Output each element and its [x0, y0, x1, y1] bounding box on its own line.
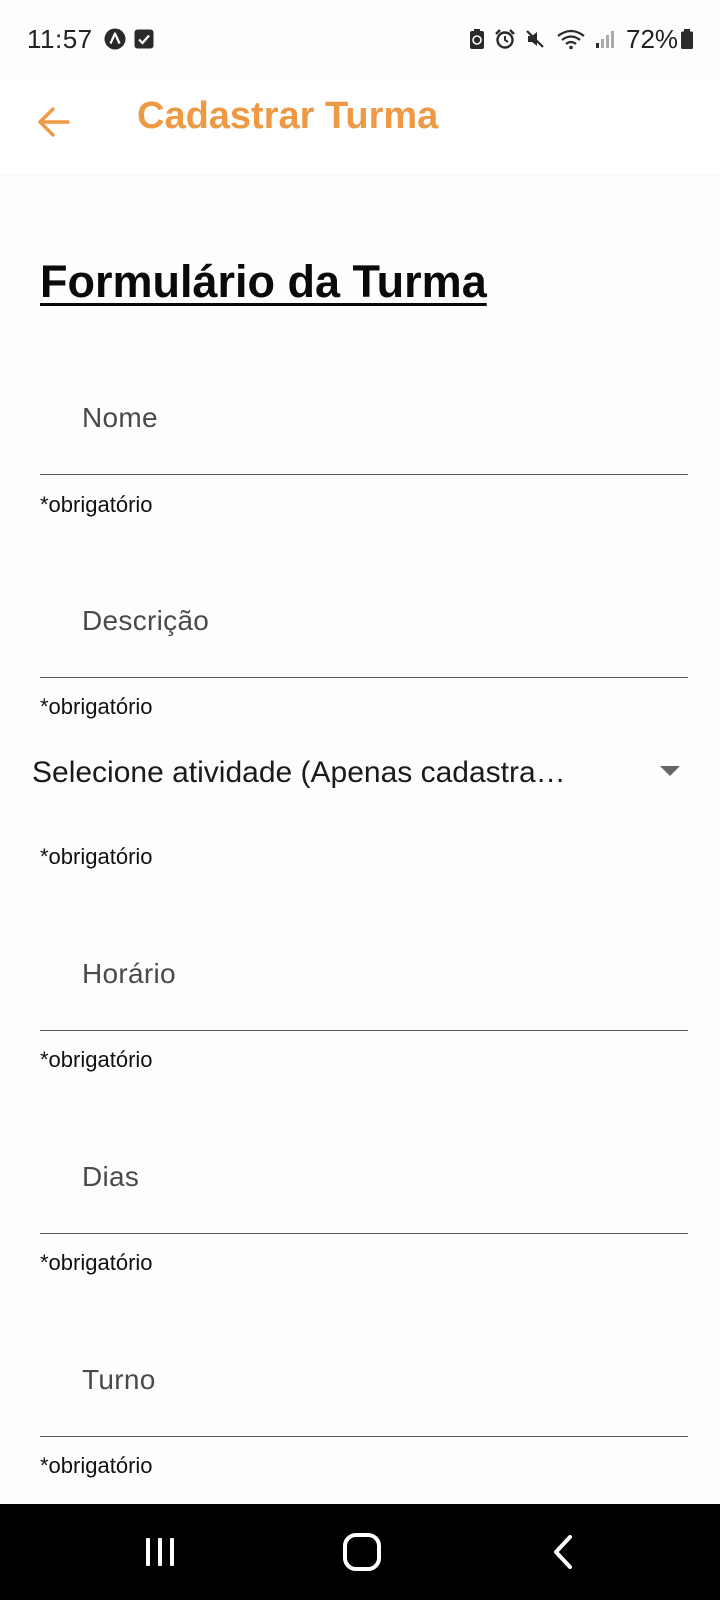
- back-icon: [554, 1535, 572, 1569]
- turno-field[interactable]: Turno: [40, 1346, 688, 1437]
- nome-field[interactable]: Nome: [40, 384, 688, 475]
- atividade-dropdown[interactable]: Selecione atividade (Apenas cadastra…: [32, 746, 688, 804]
- nome-label: Nome: [82, 402, 158, 433]
- home-button[interactable]: [332, 1522, 392, 1582]
- battery-saver-icon: [470, 29, 484, 49]
- mute-icon: [526, 30, 544, 48]
- atividade-helper-text: *obrigatório: [40, 844, 153, 869]
- horario-field[interactable]: Horário: [40, 940, 688, 1031]
- dias-helper-text: *obrigatório: [40, 1250, 153, 1275]
- horario-helper-text: *obrigatório: [40, 1047, 153, 1072]
- page-title: Cadastrar Turma: [137, 95, 439, 137]
- chevron-down-icon: [660, 766, 680, 776]
- dias-field[interactable]: Dias: [40, 1143, 688, 1234]
- atividade-dropdown-value: Selecione atividade (Apenas cadastra…: [32, 756, 566, 789]
- status-time: 11:57: [27, 24, 93, 54]
- turno-helper-text: *obrigatório: [40, 1453, 153, 1478]
- turno-label: Turno: [82, 1364, 156, 1395]
- checkbox-notification-icon: [134, 29, 154, 49]
- descricao-label: Descrição: [82, 605, 210, 636]
- recent-apps-icon: [146, 1538, 174, 1566]
- battery-percentage: 72%: [626, 24, 679, 54]
- alarm-icon: [495, 29, 515, 49]
- dias-label: Dias: [82, 1161, 140, 1192]
- signal-icon: [596, 31, 614, 48]
- recent-apps-button[interactable]: [130, 1522, 190, 1582]
- descricao-helper-text: *obrigatório: [40, 694, 153, 719]
- back-button[interactable]: [22, 90, 86, 154]
- battery-icon: [681, 29, 693, 49]
- arrow-back-icon: [38, 107, 70, 137]
- app-a-icon: [104, 28, 126, 50]
- descricao-field[interactable]: Descrição: [40, 587, 688, 678]
- status-bar: 11:57 72%: [0, 0, 720, 80]
- nav-back-button[interactable]: [534, 1522, 594, 1582]
- app-bar: Cadastrar Turma: [0, 80, 720, 174]
- form-heading: Formulário da Turma: [40, 256, 487, 307]
- home-icon: [343, 1533, 381, 1571]
- horario-label: Horário: [82, 958, 176, 989]
- wifi-icon: [557, 29, 585, 50]
- nome-helper-text: *obrigatório: [40, 492, 153, 517]
- system-nav-bar: [0, 1504, 720, 1600]
